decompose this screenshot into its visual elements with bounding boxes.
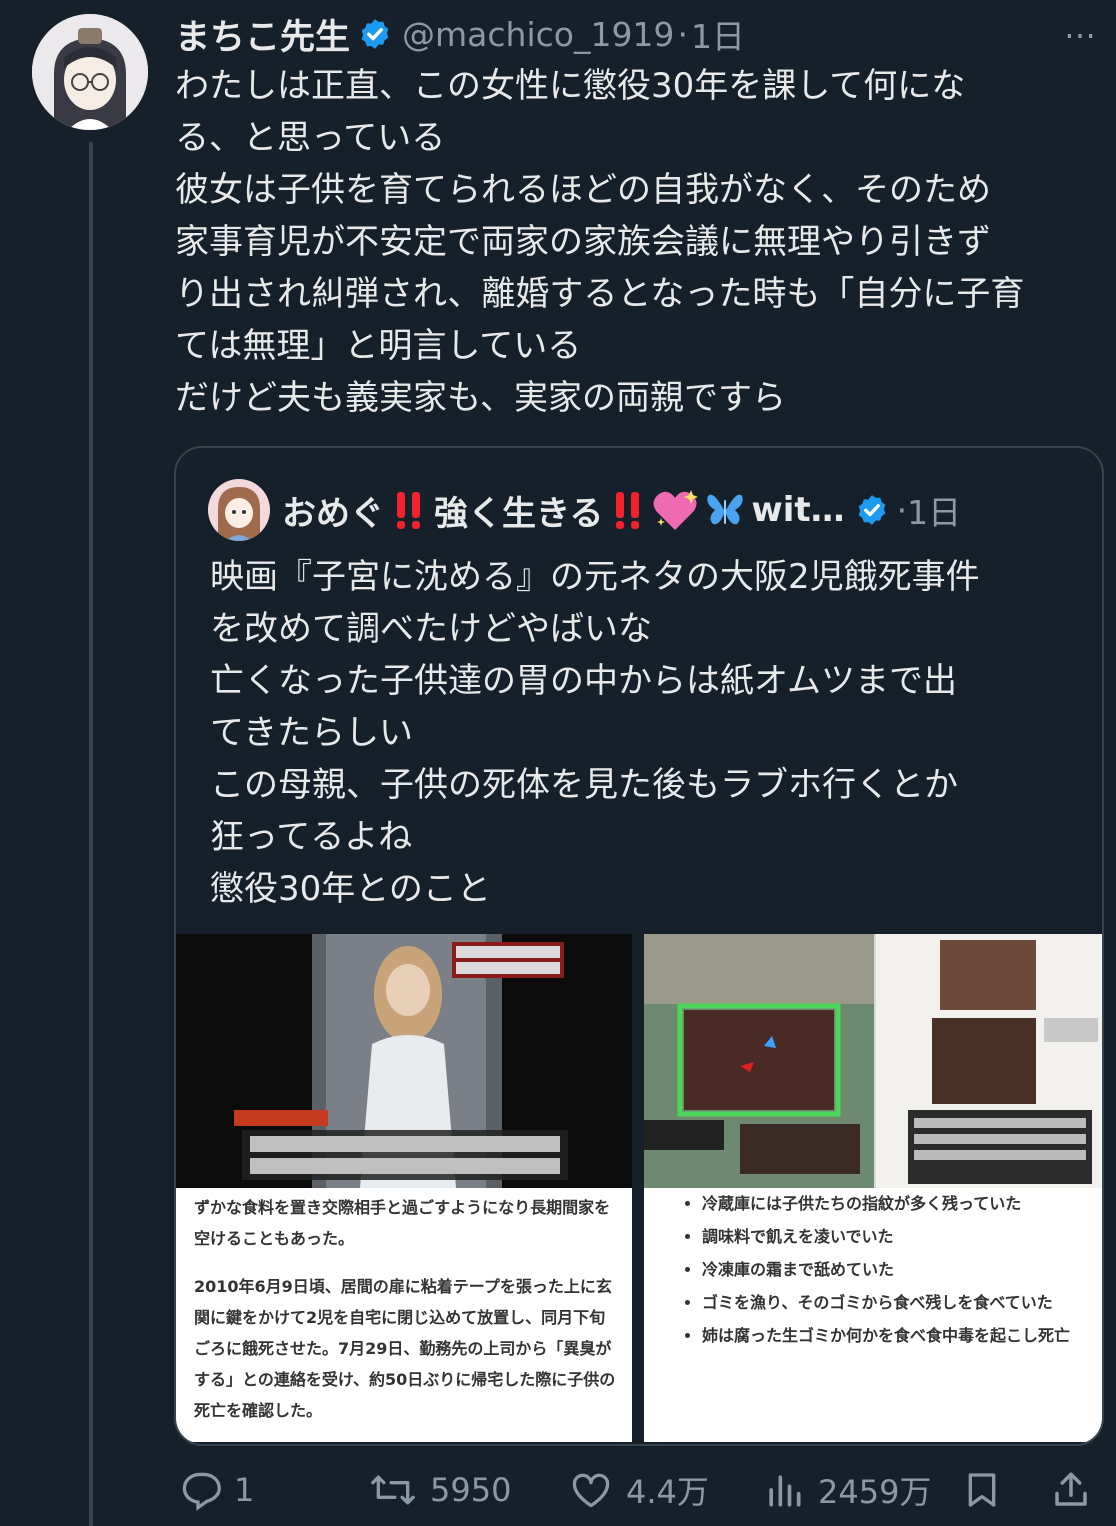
views-button[interactable]: 2459万 — [762, 1467, 931, 1513]
repost-icon — [371, 1475, 415, 1505]
article-list-item: 冷蔵庫には子供たちの指紋が多く残っていた — [702, 1188, 1088, 1219]
quoted-text-line: 懲役30年とのこと — [210, 869, 491, 909]
verified-badge-icon[interactable] — [358, 17, 392, 51]
quoted-text-line: を改めて調べたけどやばいな — [210, 609, 652, 649]
media-image-right[interactable]: 冷蔵庫には子供たちの指紋が多く残っていた 調味料で飢えを凌いでいた 冷凍庫の霜ま… — [644, 934, 1102, 1442]
quoted-tweet-card[interactable]: おめぐ 強く生きる wit… · 1日 映画『子宮に沈める』の元ネタの大阪2児餓… — [174, 446, 1104, 1446]
avatar-illustration — [32, 14, 148, 130]
quoted-text-line: 映画『子宮に沈める』の元ネタの大阪2児餓死事件 — [210, 557, 980, 597]
share-icon — [1055, 1472, 1087, 1506]
more-options-icon[interactable]: … — [1064, 8, 1098, 46]
like-button[interactable]: 4.4万 — [568, 1467, 709, 1513]
repost-count: 5950 — [430, 1471, 512, 1509]
news-collage-photo — [644, 934, 1102, 1188]
quoted-author-name-tail[interactable]: wit… — [751, 490, 844, 530]
tweet-header: まちこ先生 @machico_1919 · 1日 — [175, 8, 1105, 60]
thread-line — [89, 142, 93, 1526]
tweet-text-line: ては無理」と明言している — [175, 326, 582, 366]
quoted-text-line: 狂ってるよね — [210, 817, 413, 857]
article-list: 冷蔵庫には子供たちの指紋が多く残っていた 調味料で飢えを凌いでいた 冷凍庫の霜ま… — [644, 1188, 1102, 1351]
quoted-tweet-text: 映画『子宮に沈める』の元ネタの大阪2児餓死事件 を改めて調べたけどやばいな 亡く… — [210, 551, 1080, 915]
quoted-text-line: てきたらしい — [210, 713, 413, 753]
bookmark-icon — [968, 1473, 996, 1507]
author-avatar[interactable] — [32, 14, 148, 130]
quoted-author-name-mid[interactable]: 強く生きる — [434, 486, 603, 535]
tweet-text-line: わたしは正直、この女性に懲役30年を課して何にな — [175, 66, 966, 106]
tweet-text-line: だけど夫も義実家も、実家の両親ですら — [175, 378, 786, 418]
tweet-text-line: 彼女は子供を育てられるほどの自我がなく、そのため — [175, 170, 991, 210]
article-list-item: ゴミを漁り、そのゴミから食べ残しを食べていた — [702, 1287, 1088, 1318]
article-paragraph: ずかな食料を置き交際相手と過ごすようになり長期間家を空けることもあった。 — [194, 1198, 611, 1248]
news-broadcast-photo — [176, 934, 632, 1188]
quoted-avatar-illustration — [208, 479, 270, 541]
quoted-author-name[interactable]: おめぐ — [282, 486, 384, 535]
like-count: 4.4万 — [626, 1473, 709, 1511]
tweet-timestamp[interactable]: 1日 — [691, 10, 745, 58]
quoted-author-avatar[interactable] — [208, 479, 270, 541]
quoted-text-line: 亡くなった子供達の胃の中からは紙オムツまで出 — [210, 661, 957, 701]
quoted-media-grid: ずかな食料を置き交際相手と過ごすようになり長期間家を空けることもあった。 201… — [176, 934, 1102, 1444]
double-exclamation-icon — [397, 492, 420, 529]
tweet-action-bar: 1 5950 4.4万 2459万 — [172, 1462, 1102, 1518]
quoted-timestamp[interactable]: 1日 — [907, 486, 961, 534]
double-exclamation-icon — [616, 492, 640, 529]
verified-badge-icon[interactable] — [855, 493, 889, 527]
reply-count: 1 — [234, 1471, 255, 1509]
article-excerpt-right: 冷蔵庫には子供たちの指紋が多く残っていた 調味料で飢えを凌いでいた 冷凍庫の霜ま… — [644, 1188, 1102, 1442]
views-chart-icon — [769, 1475, 801, 1507]
author-handle[interactable]: @machico_1919 — [402, 15, 674, 54]
quoted-tweet-header: おめぐ 強く生きる wit… · 1日 — [208, 478, 1088, 542]
quoted-text-line: この母親、子供の死体を見た後もラブホ行くとか — [210, 765, 958, 805]
author-display-name[interactable]: まちこ先生 — [175, 9, 350, 60]
sparkling-heart-icon — [653, 490, 699, 530]
article-excerpt-left: ずかな食料を置き交際相手と過ごすようになり長期間家を空けることもあった。 201… — [176, 1188, 632, 1442]
header-separator: · — [677, 14, 688, 54]
reply-button[interactable]: 1 — [178, 1468, 254, 1512]
article-list-item: 冷凍庫の霜まで舐めていた — [702, 1254, 1088, 1285]
tweet[interactable]: まちこ先生 @machico_1919 · 1日 … わたしは正直、この女性に懲… — [0, 0, 1116, 1526]
tweet-text-line: 家事育児が不安定で両家の家族会議に無理やり引きず — [175, 222, 991, 262]
tweet-text: わたしは正直、この女性に懲役30年を課して何にな る、と思っている 彼女は子供を… — [175, 60, 1100, 424]
quoted-separator: · — [896, 490, 908, 530]
bookmark-button[interactable] — [962, 1468, 1002, 1512]
reply-icon — [182, 1472, 221, 1511]
view-count: 2459万 — [818, 1473, 932, 1511]
share-button[interactable] — [1050, 1468, 1092, 1512]
article-list-item: 姉は腐った生ゴミか何かを食べ食中毒を起こし死亡 — [702, 1320, 1088, 1351]
media-image-left[interactable]: ずかな食料を置き交際相手と過ごすようになり長期間家を空けることもあった。 201… — [176, 934, 632, 1442]
article-paragraph: 2010年6月9日頃、居間の扉に粘着テープを張った上に玄関に鍵をかけて2児を自宅… — [194, 1277, 616, 1420]
heart-icon — [572, 1473, 610, 1508]
repost-button[interactable]: 5950 — [368, 1468, 511, 1512]
tweet-text-line: り出され糾弾され、離婚するとなった時も「自分に子育 — [175, 274, 1025, 314]
tweet-text-line: る、と思っている — [175, 118, 446, 158]
article-list-item: 調味料で飢えを凌いでいた — [702, 1221, 1088, 1252]
butterfly-icon — [707, 494, 744, 525]
